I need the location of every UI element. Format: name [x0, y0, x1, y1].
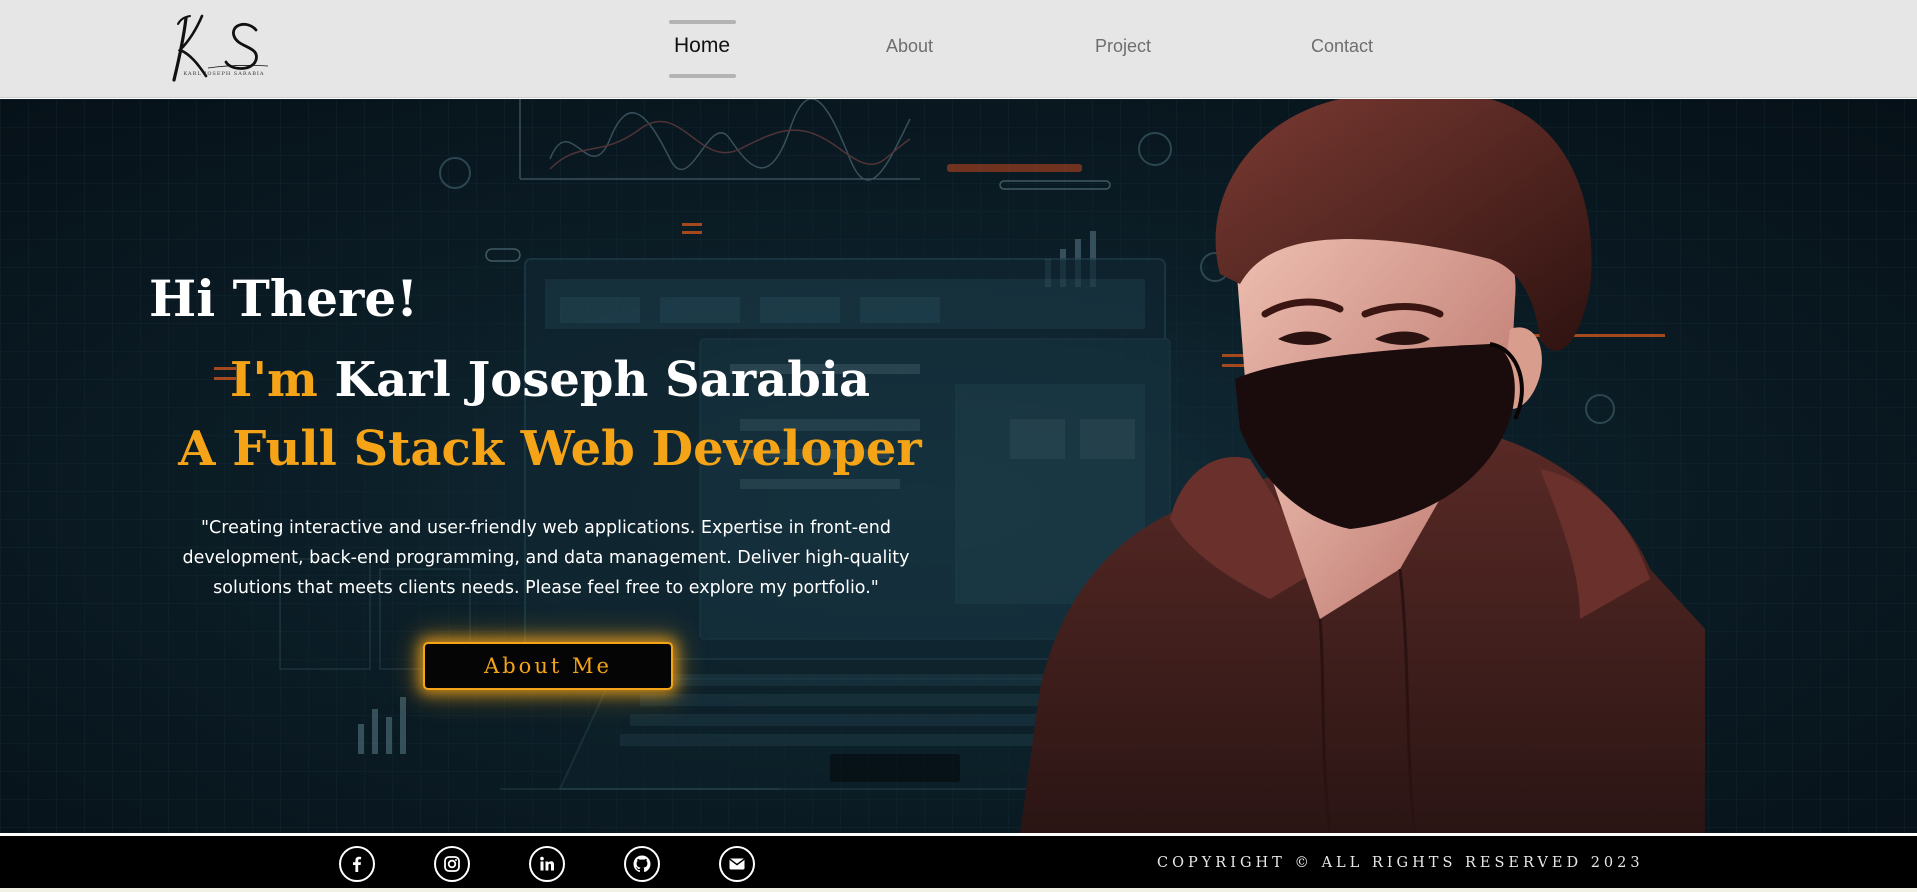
site-footer: COPYRIGHT © ALL RIGHTS RESERVED 2023: [0, 836, 1917, 892]
copyright-text: COPYRIGHT © ALL RIGHTS RESERVED 2023: [1157, 855, 1644, 871]
facebook-icon: [353, 856, 362, 872]
github-icon: [633, 855, 651, 873]
hero-name: Karl Joseph Sarabia: [334, 352, 871, 408]
nav-about[interactable]: About: [886, 36, 933, 57]
nav-active-indicator-bottom: [669, 74, 736, 78]
site-header: KARL JOSEPH SARABIA Home About Project C…: [0, 0, 1917, 98]
github-link[interactable]: [624, 846, 660, 882]
page-bottom-edge: [0, 888, 1917, 892]
instagram-link[interactable]: [434, 846, 470, 882]
nav-project[interactable]: Project: [1095, 36, 1151, 57]
intro-prefix: I'm: [229, 352, 318, 408]
hero-section: Hi There! I'm Karl Joseph Sarabia A Full…: [0, 99, 1917, 833]
linkedin-link[interactable]: [529, 846, 565, 882]
hero-role: A Full Stack Web Developer: [178, 421, 922, 477]
nav-contact[interactable]: Contact: [1311, 36, 1373, 57]
email-link[interactable]: [719, 846, 755, 882]
developer-portrait-illustration: [1020, 99, 1705, 833]
facebook-link[interactable]: [339, 846, 375, 882]
logo-caption: KARL JOSEPH SARABIA: [183, 71, 265, 77]
instagram-icon: [444, 856, 460, 872]
email-icon: [729, 858, 745, 870]
hero-greeting: Hi There!: [149, 269, 419, 328]
nav-home[interactable]: Home: [674, 34, 730, 58]
hero-tagline: "Creating interactive and user-friendly …: [182, 518, 910, 598]
linkedin-icon: [540, 856, 554, 871]
hero-intro: I'm Karl Joseph Sarabia: [140, 352, 960, 408]
about-me-button[interactable]: About Me: [423, 642, 673, 690]
site-logo[interactable]: KARL JOSEPH SARABIA: [168, 10, 280, 88]
nav-active-indicator-top: [669, 20, 736, 24]
hero-content: Hi There! I'm Karl Joseph Sarabia A Full…: [140, 99, 960, 833]
